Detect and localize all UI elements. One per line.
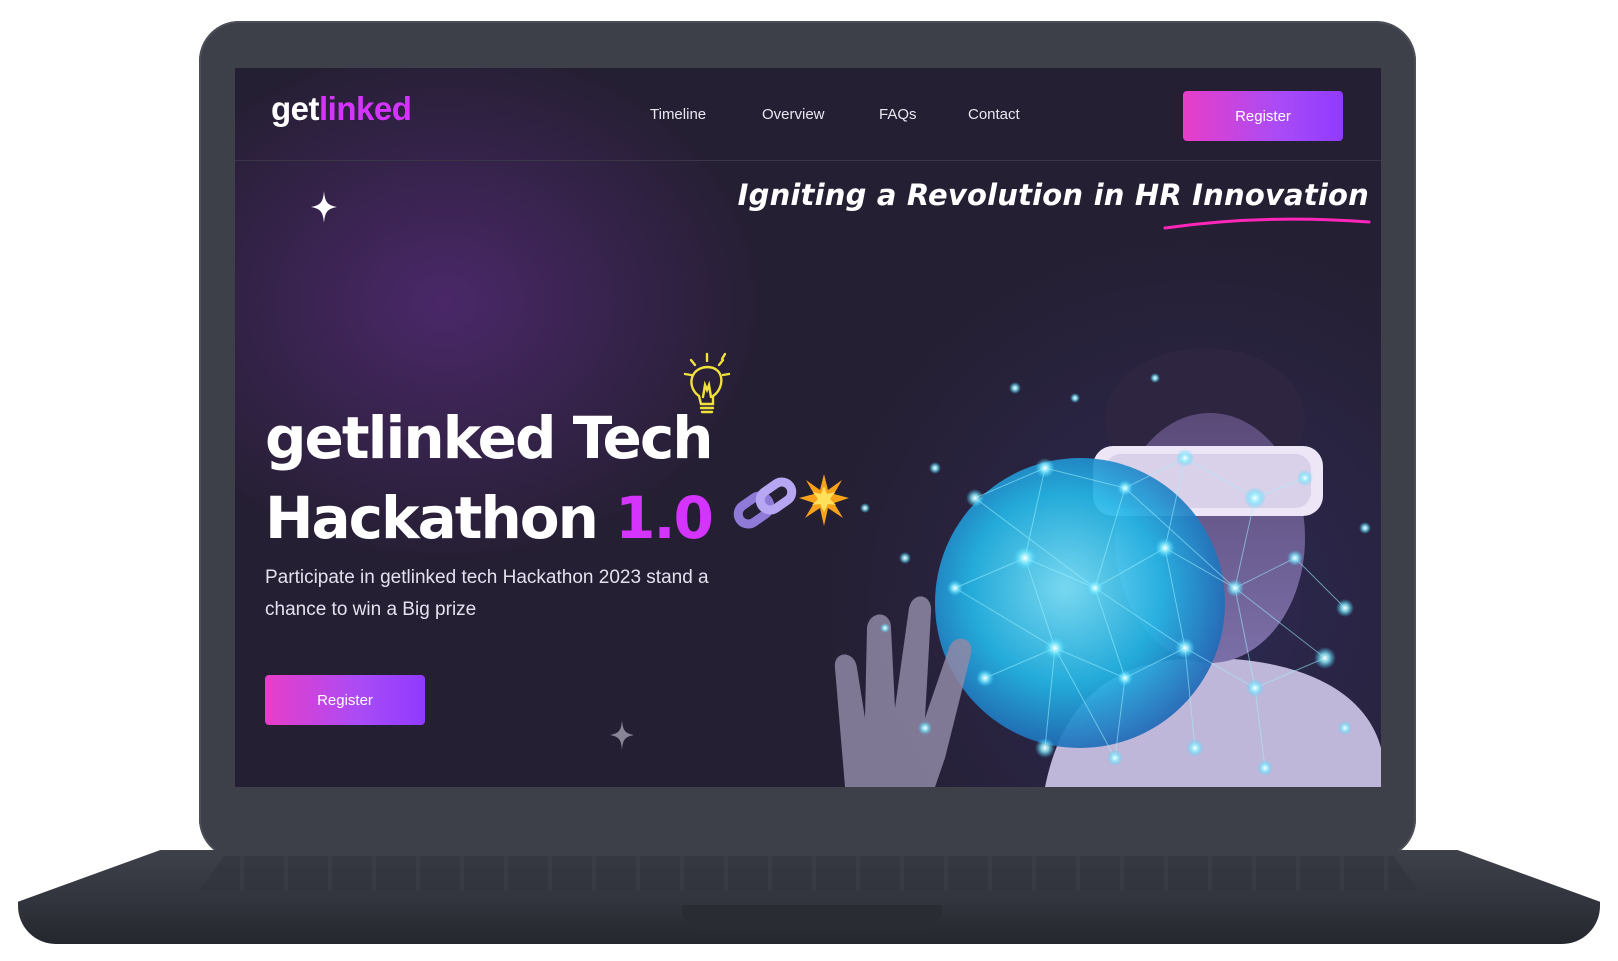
hero-vr-person-image xyxy=(834,348,1381,787)
logo[interactable]: getlinked xyxy=(271,90,412,128)
tagline-underline xyxy=(1163,217,1371,230)
hero-register-button[interactable]: Register xyxy=(265,675,425,725)
nav-link-contact[interactable]: Contact xyxy=(968,106,1020,123)
nav-link-timeline[interactable]: Timeline xyxy=(650,106,706,123)
hero-title-version: 1.0 xyxy=(615,484,714,552)
star-icon xyxy=(610,720,634,750)
logo-part-get: get xyxy=(271,90,320,127)
screen: getlinked Timeline Overview FAQs Contact… xyxy=(235,68,1381,787)
chain-link-icon xyxy=(733,477,797,529)
nav-link-overview[interactable]: Overview xyxy=(762,106,825,123)
nav-register-button[interactable]: Register xyxy=(1183,91,1343,141)
hero-title: getlinked Tech Hackathon 1.0 xyxy=(265,398,714,558)
hero-title-line2: Hackathon 1.0 xyxy=(265,478,714,558)
laptop-keyboard xyxy=(200,856,1418,890)
top-navbar: getlinked Timeline Overview FAQs Contact… xyxy=(235,68,1381,161)
laptop-notch xyxy=(682,905,942,931)
logo-part-linked: linked xyxy=(319,90,412,127)
hero-subtitle: Participate in getlinked tech Hackathon … xyxy=(265,567,709,620)
nav-link-faqs[interactable]: FAQs xyxy=(879,106,917,123)
hero-title-line1: getlinked Tech xyxy=(265,404,714,472)
hero-title-hackathon: Hackathon xyxy=(265,484,599,552)
star-icon xyxy=(311,191,337,223)
hero-tagline: Igniting a Revolution in HR Innovation xyxy=(737,178,1369,212)
